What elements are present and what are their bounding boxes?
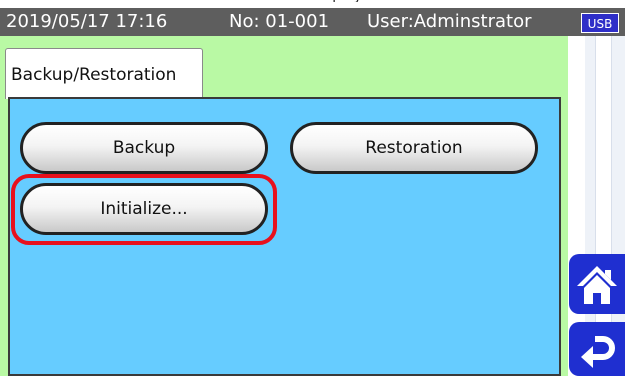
tab-backup-restoration[interactable]: Backup/Restoration	[5, 48, 203, 99]
status-bar: 2019/05/17 17:16 No: 01-001 User:Adminst…	[0, 8, 625, 36]
usb-badge: USB	[581, 13, 619, 33]
window-title-fragment: splay	[325, 0, 395, 2]
tab-label: Backup/Restoration	[11, 65, 177, 85]
home-button[interactable]	[569, 254, 625, 314]
home-icon	[577, 266, 617, 304]
datetime-label: 2019/05/17 17:16	[6, 11, 168, 32]
back-button[interactable]	[569, 322, 625, 376]
top-strip	[0, 0, 625, 8]
initialize-highlight-frame	[11, 174, 277, 245]
restoration-button[interactable]: Restoration	[290, 122, 538, 174]
user-label: User:Adminstrator	[367, 11, 532, 32]
backup-button[interactable]: Backup	[20, 122, 268, 174]
return-arrow-icon	[581, 336, 615, 368]
number-label: No: 01-001	[229, 11, 330, 32]
